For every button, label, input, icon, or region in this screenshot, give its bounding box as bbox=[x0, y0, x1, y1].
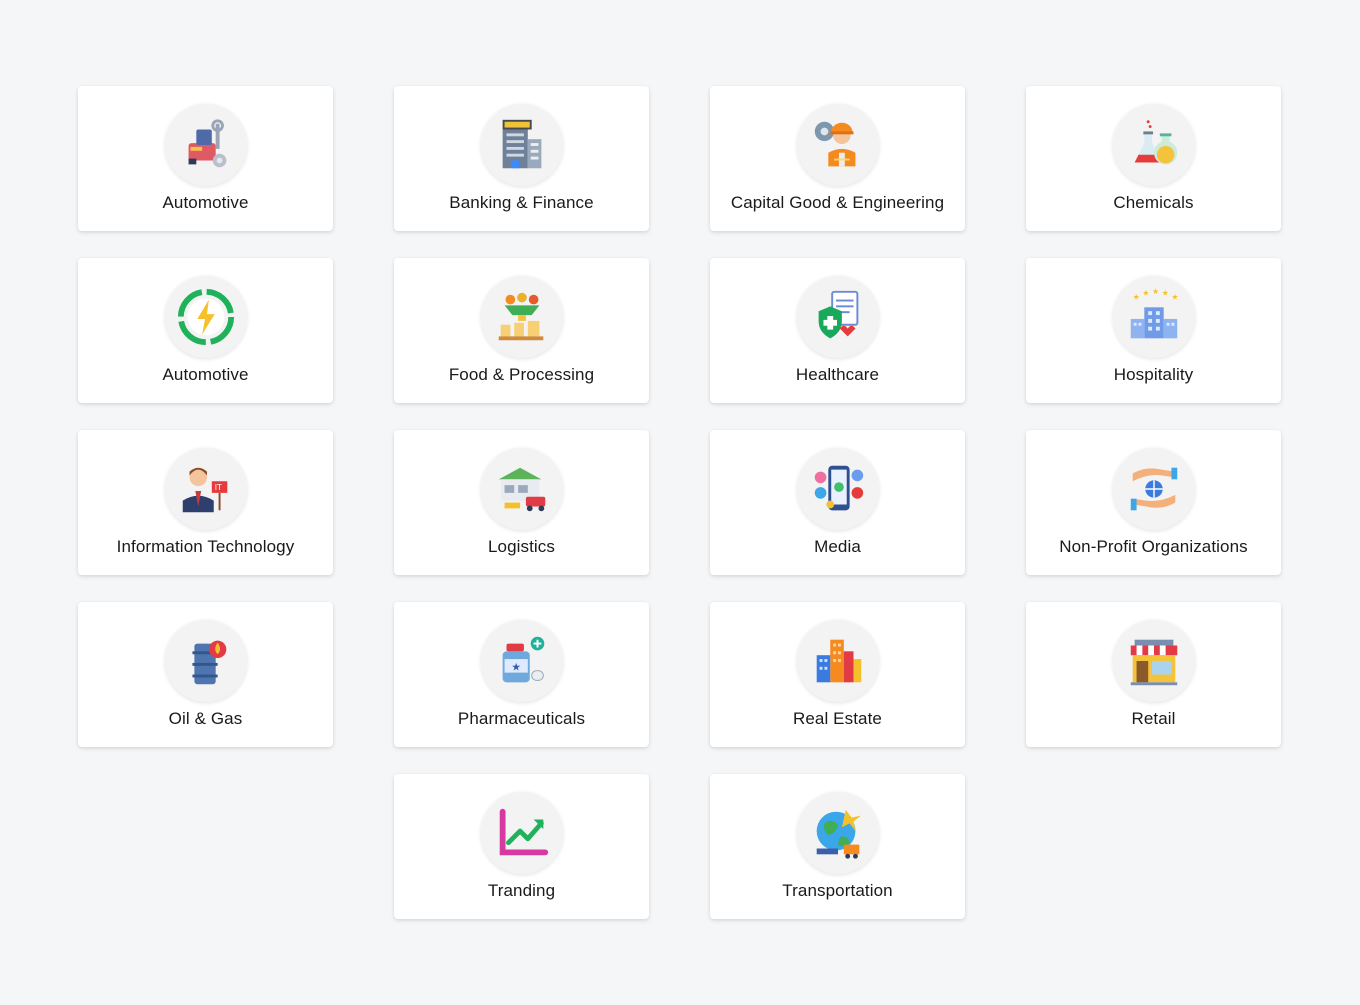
industry-card-non-profit[interactable]: Non-Profit Organizations bbox=[1026, 430, 1281, 575]
industry-label: Food & Processing bbox=[448, 365, 595, 384]
industry-label: Oil & Gas bbox=[168, 709, 243, 728]
industry-card-it[interactable]: IT Information Technology bbox=[78, 430, 333, 575]
industry-label: Hospitality bbox=[1113, 365, 1194, 384]
industry-label: Logistics bbox=[487, 537, 556, 556]
hands-globe-icon bbox=[1112, 448, 1195, 530]
industry-label: Banking & Finance bbox=[449, 193, 594, 212]
industry-row: Oil & Gas ★ Pharmaceuticals Real Estate … bbox=[78, 602, 1282, 747]
svg-text:★: ★ bbox=[1132, 293, 1139, 302]
industry-card-real-estate[interactable]: Real Estate bbox=[710, 602, 965, 747]
energy-bolt-icon bbox=[164, 276, 247, 358]
car-wrench-icon bbox=[164, 104, 247, 186]
industry-card-capital-goods[interactable]: Capital Good & Engineering bbox=[710, 86, 965, 231]
warehouse-truck-icon bbox=[480, 448, 563, 530]
industry-card-media[interactable]: Media bbox=[710, 430, 965, 575]
svg-text:★: ★ bbox=[511, 662, 521, 674]
industry-label: Non-Profit Organizations bbox=[1059, 537, 1248, 556]
svg-text:★: ★ bbox=[1152, 287, 1159, 296]
industry-label: Media bbox=[814, 537, 861, 556]
trend-chart-icon bbox=[480, 792, 563, 874]
industry-card-chemicals[interactable]: Chemicals bbox=[1026, 86, 1281, 231]
industry-label: Automotive bbox=[162, 365, 249, 384]
industry-card-retail[interactable]: Retail bbox=[1026, 602, 1281, 747]
bank-building-icon bbox=[480, 104, 563, 186]
food-processing-icon bbox=[480, 276, 563, 358]
industry-label: Tranding bbox=[487, 881, 556, 900]
industry-card-healthcare[interactable]: Healthcare bbox=[710, 258, 965, 403]
chemical-flask-icon bbox=[1112, 104, 1195, 186]
industry-label: Automotive bbox=[162, 193, 249, 212]
industry-label: Information Technology bbox=[116, 537, 295, 556]
hotel-stars-icon: ★ ★ ★ ★ ★ bbox=[1112, 276, 1195, 358]
globe-transport-icon bbox=[796, 792, 879, 874]
industry-label: Real Estate bbox=[793, 709, 882, 728]
engineer-gear-icon bbox=[796, 104, 879, 186]
svg-text:★: ★ bbox=[1171, 293, 1178, 302]
store-front-icon bbox=[1112, 620, 1195, 702]
social-phone-icon bbox=[796, 448, 879, 530]
svg-text:★: ★ bbox=[1161, 289, 1168, 298]
industry-card-oil-gas[interactable]: Oil & Gas bbox=[78, 602, 333, 747]
svg-text:★: ★ bbox=[1142, 289, 1149, 298]
industry-row: Automotive Food & Processing Healthcare … bbox=[78, 258, 1282, 403]
industry-label: Retail bbox=[1131, 709, 1176, 728]
industry-label: Transportation bbox=[782, 881, 893, 900]
industry-card-transportation[interactable]: Transportation bbox=[710, 774, 965, 919]
industry-card-hospitality[interactable]: ★ ★ ★ ★ ★ Hospitality bbox=[1026, 258, 1281, 403]
city-buildings-icon bbox=[796, 620, 879, 702]
medicine-bottle-icon: ★ bbox=[480, 620, 563, 702]
industry-label: Healthcare bbox=[795, 365, 880, 384]
oil-barrel-icon bbox=[164, 620, 247, 702]
svg-text:IT: IT bbox=[214, 483, 221, 492]
industry-card-automotive-energy[interactable]: Automotive bbox=[78, 258, 333, 403]
industry-card-trading[interactable]: Tranding bbox=[394, 774, 649, 919]
industry-row: Tranding Transportation bbox=[78, 774, 1282, 919]
industry-label: Chemicals bbox=[1113, 193, 1194, 212]
industry-row: IT Information Technology Logistics Medi… bbox=[78, 430, 1282, 575]
industry-row: Automotive Banking & Finance Capital Goo… bbox=[78, 86, 1282, 231]
industry-card-pharma[interactable]: ★ Pharmaceuticals bbox=[394, 602, 649, 747]
health-shield-icon bbox=[796, 276, 879, 358]
industry-card-logistics[interactable]: Logistics bbox=[394, 430, 649, 575]
it-businessman-icon: IT bbox=[164, 448, 247, 530]
industry-label: Pharmaceuticals bbox=[457, 709, 586, 728]
industry-card-food-processing[interactable]: Food & Processing bbox=[394, 258, 649, 403]
industry-card-banking[interactable]: Banking & Finance bbox=[394, 86, 649, 231]
industry-label: Capital Good & Engineering bbox=[730, 193, 945, 212]
industry-grid: Automotive Banking & Finance Capital Goo… bbox=[78, 86, 1282, 946]
industry-card-automotive[interactable]: Automotive bbox=[78, 86, 333, 231]
